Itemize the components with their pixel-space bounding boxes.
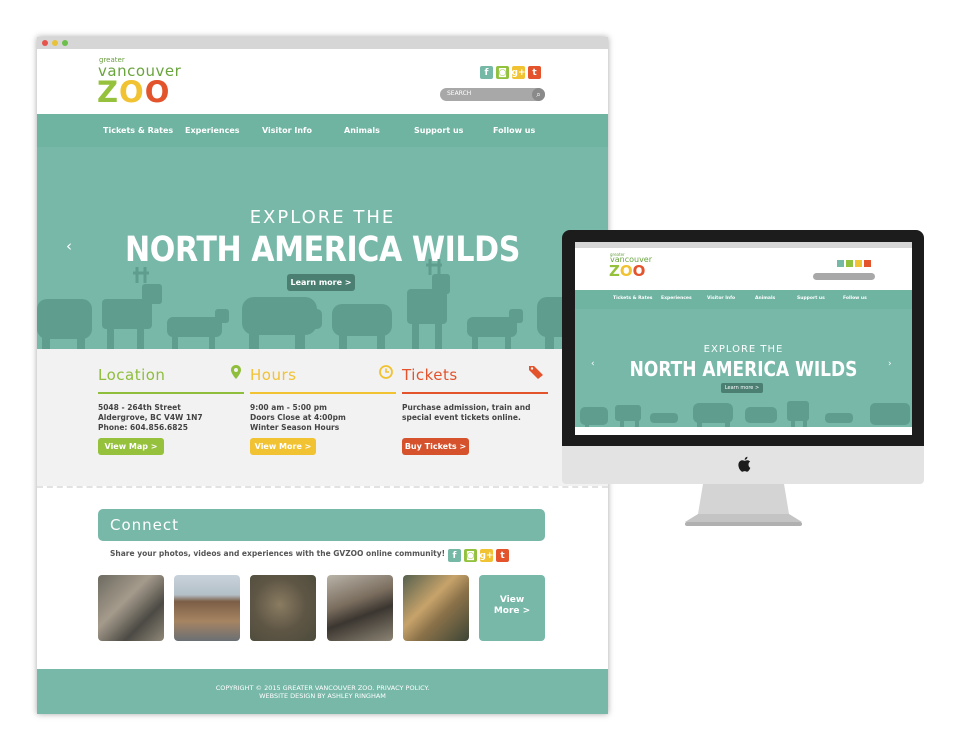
nav-experiences[interactable]: Experiences bbox=[185, 126, 240, 135]
view-more-photos-button[interactable]: View More > bbox=[479, 575, 545, 641]
hero-subtitle: EXPLORE THE bbox=[249, 207, 396, 228]
hours-details: 9:00 am - 5:00 pm Doors Close at 4:00pm Wi… bbox=[250, 403, 346, 432]
mini-hero-subtitle: EXPLORE THE bbox=[703, 344, 784, 355]
tickets-heading: Tickets bbox=[402, 366, 458, 384]
mini-social-links bbox=[837, 260, 871, 267]
hero-prev-arrow[interactable]: ‹ bbox=[66, 237, 72, 255]
location-divider bbox=[98, 392, 244, 394]
hours-divider bbox=[250, 392, 396, 394]
connect-social-links: f ◙ g+ t bbox=[448, 549, 509, 562]
clock-icon bbox=[379, 365, 393, 379]
mini-browser-chrome bbox=[575, 242, 912, 248]
mini-hero-next-arrow: › bbox=[888, 359, 892, 369]
mini-facebook-icon bbox=[837, 260, 844, 267]
hours-heading: Hours bbox=[250, 366, 297, 384]
header-social-links: f ◙ g+ t bbox=[480, 66, 541, 79]
search-placeholder: SEARCH bbox=[447, 90, 472, 97]
search-input[interactable]: SEARCH ⌕ bbox=[440, 88, 545, 101]
footer-credit: WEBSITE DESIGN BY ASHLEY RINGHAM bbox=[259, 692, 386, 700]
browser-window: greater vancouver ZOO f ◙ g+ t SEARCH ⌕ … bbox=[37, 37, 608, 714]
connect-title: Connect bbox=[110, 516, 180, 534]
facebook-icon[interactable]: f bbox=[480, 66, 493, 79]
mini-nav: Tickets & Rates Experiences Visitor Info… bbox=[575, 290, 912, 309]
hero-slider: ‹ EXPLORE THE NORTH AMERICA WILDS Learn … bbox=[37, 147, 608, 349]
logo-zoo-text: ZOO bbox=[97, 75, 171, 109]
imac-monitor: greater vancouver ZOO Tickets & Rates Ex… bbox=[562, 230, 924, 446]
footer: COPYRIGHT © 2015 GREATER VANCOUVER ZOO. … bbox=[37, 669, 608, 714]
mini-twitter-icon bbox=[864, 260, 871, 267]
search-icon[interactable]: ⌕ bbox=[532, 88, 545, 101]
browser-chrome bbox=[37, 37, 608, 49]
map-pin-icon bbox=[231, 365, 241, 379]
instagram-icon[interactable]: ◙ bbox=[496, 66, 509, 79]
footer-copyright: COPYRIGHT © 2015 GREATER VANCOUVER ZOO. … bbox=[215, 684, 430, 692]
nav-tickets-rates[interactable]: Tickets & Rates bbox=[103, 126, 173, 135]
google-plus-icon[interactable]: g+ bbox=[512, 66, 526, 79]
tickets-divider bbox=[402, 392, 548, 394]
nav-animals[interactable]: Animals bbox=[344, 126, 380, 135]
google-plus-icon[interactable]: g+ bbox=[480, 549, 494, 562]
location-details: 5048 - 264th Street Aldergrove, BC V4W 1N… bbox=[98, 403, 203, 432]
maximize-window-button[interactable] bbox=[62, 40, 68, 46]
photo-moose[interactable] bbox=[327, 575, 393, 641]
mini-search-input bbox=[813, 273, 875, 280]
facebook-icon[interactable]: f bbox=[448, 549, 461, 562]
apple-logo-icon bbox=[738, 456, 751, 472]
photo-monkeys[interactable] bbox=[98, 575, 164, 641]
nav-visitor-info[interactable]: Visitor Info bbox=[262, 126, 312, 135]
mini-hero-title: NORTH AMERICA WILDS bbox=[629, 357, 858, 381]
mini-hero: ‹ › EXPLORE THE NORTH AMERICA WILDS Lear… bbox=[575, 309, 912, 427]
animal-silhouettes bbox=[37, 259, 608, 349]
minimize-window-button[interactable] bbox=[52, 40, 58, 46]
imac-screen: greater vancouver ZOO Tickets & Rates Ex… bbox=[575, 242, 912, 435]
photo-chinchilla[interactable] bbox=[250, 575, 316, 641]
view-more-hours-button[interactable]: View More > bbox=[250, 438, 316, 455]
share-text: Share your photos, videos and experience… bbox=[110, 549, 446, 558]
mini-animal-silhouettes bbox=[580, 401, 910, 427]
mini-instagram-icon bbox=[846, 260, 853, 267]
twitter-icon[interactable]: t bbox=[496, 549, 509, 562]
instagram-icon[interactable]: ◙ bbox=[464, 549, 477, 562]
imac-stand bbox=[685, 484, 802, 526]
ticket-icon bbox=[529, 366, 543, 379]
close-window-button[interactable] bbox=[42, 40, 48, 46]
view-map-button[interactable]: View Map > bbox=[98, 438, 164, 455]
section-divider bbox=[37, 486, 608, 488]
connect-header: Connect bbox=[98, 509, 545, 541]
info-section: Location 5048 - 264th Street Aldergrove, … bbox=[37, 349, 608, 486]
nav-follow-us[interactable]: Follow us bbox=[493, 126, 535, 135]
twitter-icon[interactable]: t bbox=[528, 66, 541, 79]
nav-support-us[interactable]: Support us bbox=[414, 126, 463, 135]
mini-hero-prev-arrow: ‹ bbox=[591, 359, 595, 369]
mini-google-plus-icon bbox=[855, 260, 862, 267]
location-heading: Location bbox=[98, 366, 166, 384]
photo-zoo-building[interactable] bbox=[174, 575, 240, 641]
tickets-details: Purchase admission, train and special eve… bbox=[402, 403, 531, 422]
photo-cheetah[interactable] bbox=[403, 575, 469, 641]
mini-logo-zoo: ZOO bbox=[609, 262, 646, 280]
buy-tickets-button[interactable]: Buy Tickets > bbox=[402, 438, 469, 455]
main-nav: Tickets & Rates Experiences Visitor Info… bbox=[37, 114, 608, 147]
